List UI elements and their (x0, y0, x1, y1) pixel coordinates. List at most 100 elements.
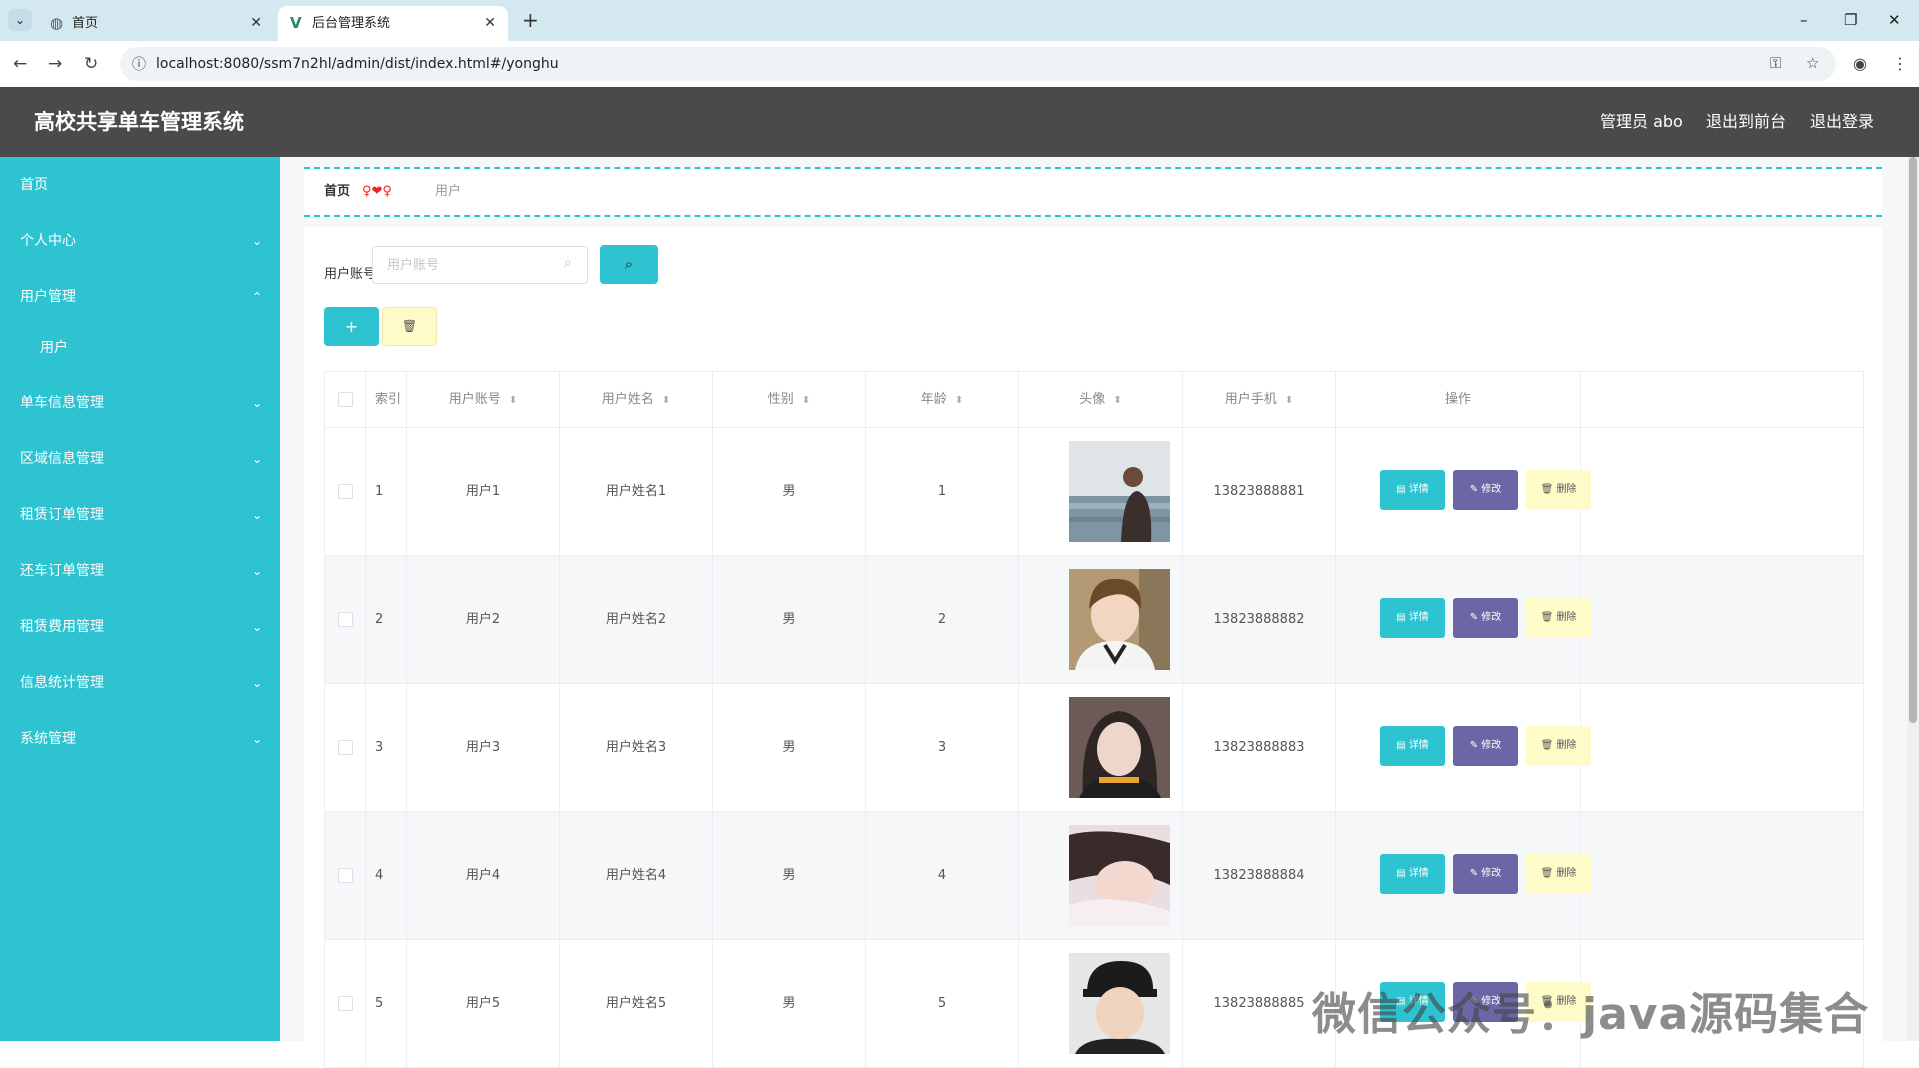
sidebar-item-statistics[interactable]: 信息统计管理 ⌄ (0, 663, 280, 703)
col-label: 用户账号 (448, 392, 501, 407)
cell-account: 用户5 (407, 940, 560, 1067)
url-text[interactable]: localhost:8080/ssm7n2hl/admin/dist/index… (156, 47, 559, 81)
chevron-down-icon: ⌄ (251, 564, 262, 578)
breadcrumb-current: 用户 (435, 184, 462, 199)
edit-button[interactable]: ✎ 修改 (1453, 598, 1518, 638)
edit-button[interactable]: ✎ 修改 (1453, 470, 1518, 510)
scrollbar[interactable] (1907, 157, 1919, 1041)
sort-icon[interactable]: ⬍ (1285, 395, 1293, 406)
col-account[interactable]: 用户账号 ⬍ (407, 372, 560, 427)
site-info-icon[interactable]: ⓘ (132, 54, 146, 74)
edit-label: 修改 (1481, 484, 1502, 495)
restore-icon[interactable]: ❐ (1844, 8, 1857, 32)
close-tab-icon[interactable]: ✕ (484, 6, 496, 41)
row-checkbox[interactable] (337, 996, 353, 1011)
row-checkbox[interactable] (337, 868, 353, 883)
sidebar-item-area-info[interactable]: 区域信息管理 ⌄ (0, 439, 280, 479)
delete-button[interactable]: 🗑 删除 (1526, 726, 1591, 766)
sidebar-item-label: 首页 (20, 177, 48, 193)
back-icon[interactable]: ← (13, 52, 27, 76)
edit-label: 修改 (1481, 868, 1502, 879)
cell-actions: ▤ 详情 ✎ 修改 🗑 删除 (1336, 428, 1591, 555)
col-actions: 操作 (1336, 372, 1581, 427)
delete-button[interactable]: 🗑 删除 (1526, 854, 1591, 894)
search-icon: ⌕ (624, 255, 634, 273)
sidebar-item-user-management[interactable]: 用户管理 ⌃ (0, 277, 280, 317)
reload-icon[interactable]: ↻ (84, 52, 98, 76)
main-content: 首页 ♀❤♀ 用户 用户账号 ⌕ ⌕ + 🗑 索引 用户账号 ⬍ 用户姓名 ⬍ 性别… (280, 157, 1919, 1068)
batch-delete-button[interactable]: 🗑 (382, 307, 437, 346)
content-card: 用户账号 ⌕ ⌕ + 🗑 索引 用户账号 ⬍ 用户姓名 ⬍ 性别 ⬍ 年龄 ⬍ 头像 ⬍ … (304, 227, 1882, 1068)
cell-index: 1 (366, 428, 407, 555)
detail-button[interactable]: ▤ 详情 (1380, 726, 1445, 766)
edit-button[interactable]: ✎ 修改 (1453, 726, 1518, 766)
select-all-checkbox[interactable] (337, 392, 353, 407)
sidebar-item-rental-orders[interactable]: 租赁订单管理 ⌄ (0, 495, 280, 535)
sidebar-item-label: 单车信息管理 (20, 395, 104, 411)
sidebar-item-return-orders[interactable]: 还车订单管理 ⌄ (0, 551, 280, 591)
sidebar-item-personal-center[interactable]: 个人中心 ⌄ (0, 221, 280, 261)
cell-age: 4 (866, 812, 1019, 939)
row-checkbox[interactable] (337, 484, 353, 499)
col-gender[interactable]: 性别 ⬍ (713, 372, 866, 427)
cell-actions: ▤ 详情 ✎ 修改 🗑 删除 (1336, 684, 1591, 811)
star-icon[interactable]: ☆ (1806, 54, 1819, 72)
sort-icon[interactable]: ⬍ (662, 395, 670, 406)
cell-account: 用户1 (407, 428, 560, 555)
detail-button[interactable]: ▤ 详情 (1380, 598, 1445, 638)
sort-icon[interactable]: ⬍ (509, 395, 517, 406)
detail-label: 详情 (1408, 612, 1429, 623)
cell-index: 4 (366, 812, 407, 939)
sort-icon[interactable]: ⬍ (802, 395, 810, 406)
sidebar: 首页 个人中心 ⌄ 用户管理 ⌃ 用户 单车信息管理 ⌄ 区域信息管理 ⌄ 租赁… (0, 157, 280, 1041)
browser-tab-home[interactable]: ◍ 首页 ✕ (38, 6, 274, 41)
tab-search-button[interactable]: ⌄ (8, 9, 32, 31)
url-box[interactable]: ⓘ localhost:8080/ssm7n2hl/admin/dist/ind… (120, 47, 1836, 81)
col-age[interactable]: 年龄 ⬍ (866, 372, 1019, 427)
breadcrumb-home[interactable]: 首页 (324, 169, 350, 215)
row-checkbox[interactable] (337, 612, 353, 627)
chevron-down-icon: ⌄ (251, 508, 262, 522)
sidebar-item-home[interactable]: 首页 (0, 165, 280, 205)
logout-link[interactable]: 退出登录 (1810, 87, 1874, 157)
add-button[interactable]: + (324, 307, 379, 346)
close-window-icon[interactable]: ✕ (1888, 8, 1901, 32)
cell-avatar (1019, 428, 1183, 555)
detail-button[interactable]: ▤ 详情 (1380, 854, 1445, 894)
col-phone[interactable]: 用户手机 ⬍ (1183, 372, 1336, 427)
avatar (1069, 953, 1170, 1054)
sidebar-item-users[interactable]: 用户 (0, 328, 280, 368)
minimize-icon[interactable]: – (1800, 8, 1808, 32)
more-menu-icon[interactable]: ⋮ (1892, 54, 1908, 73)
browser-tab-admin[interactable]: V 后台管理系统 ✕ (278, 6, 508, 41)
to-front-link[interactable]: 退出到前台 (1706, 87, 1786, 157)
select-all-cell (325, 372, 366, 427)
key-icon[interactable]: ⚿ (1770, 54, 1781, 72)
sidebar-item-bike-info[interactable]: 单车信息管理 ⌄ (0, 383, 280, 423)
edit-button[interactable]: ✎ 修改 (1453, 854, 1518, 894)
delete-label: 删除 (1556, 740, 1577, 751)
watermark-text: 微信公众号：java源码集合 (1312, 989, 1870, 1040)
new-tab-icon[interactable]: + (522, 8, 539, 32)
sidebar-item-system[interactable]: 系统管理 ⌄ (0, 719, 280, 759)
sort-icon[interactable]: ⬍ (955, 395, 963, 406)
row-select-cell (325, 684, 366, 811)
profile-icon[interactable]: ◉ (1853, 54, 1867, 73)
forward-icon[interactable]: → (48, 52, 62, 76)
avatar (1069, 825, 1170, 926)
scrollbar-thumb[interactable] (1909, 157, 1917, 723)
table-header: 索引 用户账号 ⬍ 用户姓名 ⬍ 性别 ⬍ 年龄 ⬍ 头像 ⬍ 用户手机 ⬍ 操作 (325, 372, 1863, 428)
search-input[interactable] (372, 246, 588, 284)
delete-button[interactable]: 🗑 删除 (1526, 598, 1591, 638)
sidebar-item-rental-fees[interactable]: 租赁费用管理 ⌄ (0, 607, 280, 647)
sort-icon[interactable]: ⬍ (1113, 395, 1121, 406)
delete-button[interactable]: 🗑 删除 (1526, 470, 1591, 510)
detail-label: 详情 (1408, 740, 1429, 751)
detail-button[interactable]: ▤ 详情 (1380, 470, 1445, 510)
chevron-down-icon: ⌄ (251, 732, 262, 746)
search-button[interactable]: ⌕ (600, 245, 658, 284)
col-avatar[interactable]: 头像 ⬍ (1019, 372, 1183, 427)
col-name[interactable]: 用户姓名 ⬍ (560, 372, 713, 427)
row-checkbox[interactable] (337, 740, 353, 755)
close-tab-icon[interactable]: ✕ (250, 6, 262, 41)
